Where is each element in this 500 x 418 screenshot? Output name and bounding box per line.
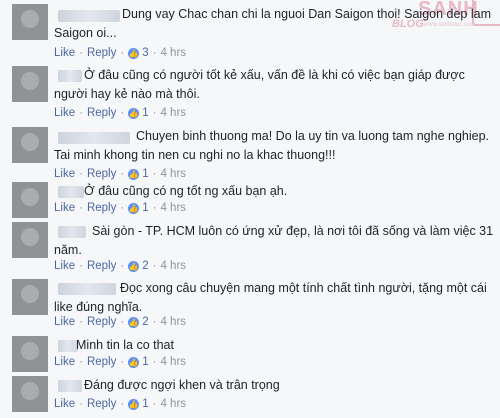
comment-text: Ở đâu cũng có người tốt kẻ xấu, vấn đề l… [54, 68, 469, 101]
thumbs-up-icon: 👍 [128, 202, 140, 214]
comment-text: Ở đâu cũng có ng tốt ng xấu bạn ạh. [84, 184, 288, 198]
comment-actions: Like · Reply · 👍 1 · 4 hrs [54, 202, 187, 214]
comment-actions: Like · Reply · 👍 1 · 4 hrs [54, 107, 187, 119]
comment-actions: Like · Reply · 👍 1 · 4 hrs [54, 398, 187, 410]
avatar[interactable] [12, 4, 48, 40]
like-link[interactable]: Like [54, 398, 75, 410]
comment-text: Đọc xong câu chuyện mang một tính chất t… [54, 281, 491, 314]
like-link[interactable]: Like [54, 260, 75, 272]
thumbs-up-icon: 👍 [128, 260, 140, 272]
timestamp[interactable]: 4 hrs [160, 356, 186, 368]
reply-link[interactable]: Reply [87, 316, 116, 328]
avatar[interactable] [12, 376, 48, 412]
like-count[interactable]: 👍 1 [128, 202, 149, 214]
reply-link[interactable]: Reply [87, 260, 116, 272]
reply-link[interactable]: Reply [87, 202, 116, 214]
thumbs-up-icon: 👍 [128, 316, 140, 328]
comment-text: Dung vay Chac chan chi la nguoi Dan Saig… [54, 7, 495, 40]
reply-link[interactable]: Reply [87, 168, 116, 180]
avatar[interactable] [12, 279, 48, 315]
like-count[interactable]: 👍 1 [128, 398, 149, 410]
avatar[interactable] [12, 66, 48, 102]
like-count[interactable]: 👍 1 [128, 168, 149, 180]
timestamp[interactable]: 4 hrs [160, 316, 186, 328]
avatar[interactable] [12, 182, 48, 218]
reply-link[interactable]: Reply [87, 107, 116, 119]
thumbs-up-icon: 👍 [128, 356, 140, 368]
like-count[interactable]: 👍 1 [128, 356, 149, 368]
comment-text: Đáng được ngợi khen và trân trọng [84, 378, 280, 392]
timestamp[interactable]: 4 hrs [160, 398, 186, 410]
like-count[interactable]: 👍 1 [128, 107, 149, 119]
timestamp[interactable]: 4 hrs [160, 260, 186, 272]
comment-feed: SANH BLOG www.sanhbloc.com Dung vay Chac… [0, 0, 500, 418]
timestamp[interactable]: 4 hrs [160, 47, 186, 59]
comment-actions: Like · Reply · 👍 2 · 4 hrs [54, 260, 187, 272]
thumbs-up-icon: 👍 [128, 107, 140, 119]
comment-text: Sài gòn - TP. HCM luôn có ứng xử đẹp, là… [54, 224, 497, 257]
comment-text: Minh tin la co that [76, 338, 174, 352]
like-link[interactable]: Like [54, 316, 75, 328]
comment-text: Chuyen binh thuong ma! Do la uy tin va l… [54, 129, 493, 162]
thumbs-up-icon: 👍 [128, 168, 140, 180]
comment-actions: Like · Reply · 👍 1 · 4 hrs [54, 168, 187, 180]
like-count[interactable]: 👍 2 [128, 260, 149, 272]
comment-actions: Like · Reply · 👍 3 · 4 hrs [54, 47, 187, 59]
like-link[interactable]: Like [54, 168, 75, 180]
like-link[interactable]: Like [54, 202, 75, 214]
timestamp[interactable]: 4 hrs [160, 168, 186, 180]
avatar[interactable] [12, 336, 48, 372]
comment-actions: Like · Reply · 👍 2 · 4 hrs [54, 316, 187, 328]
like-link[interactable]: Like [54, 107, 75, 119]
avatar[interactable] [12, 127, 48, 163]
timestamp[interactable]: 4 hrs [160, 107, 186, 119]
like-count[interactable]: 👍 3 [128, 47, 149, 59]
avatar[interactable] [12, 222, 48, 258]
reply-link[interactable]: Reply [87, 356, 116, 368]
reply-link[interactable]: Reply [87, 398, 116, 410]
like-link[interactable]: Like [54, 356, 75, 368]
thumbs-up-icon: 👍 [128, 398, 140, 410]
timestamp[interactable]: 4 hrs [160, 202, 186, 214]
comment-actions: Like · Reply · 👍 1 · 4 hrs [54, 356, 187, 368]
like-link[interactable]: Like [54, 47, 75, 59]
reply-link[interactable]: Reply [87, 47, 116, 59]
thumbs-up-icon: 👍 [128, 47, 140, 59]
like-count[interactable]: 👍 2 [128, 316, 149, 328]
